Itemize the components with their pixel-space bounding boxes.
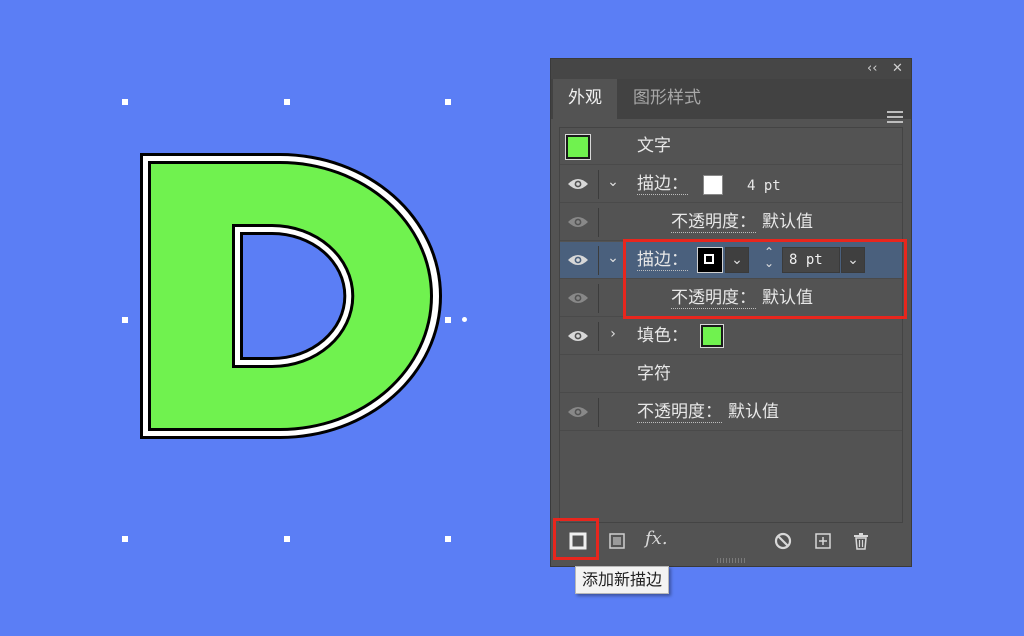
selection-center-point — [462, 317, 467, 322]
opacity-label-link[interactable]: 不透明度： — [637, 402, 722, 423]
fill-row[interactable]: › 填色： — [560, 318, 902, 355]
visibility-eye-icon[interactable] — [567, 405, 589, 419]
chevron-right-icon[interactable]: › — [606, 326, 620, 342]
stroke-row-1[interactable]: ⌄ 描边： 4 pt — [560, 166, 902, 203]
collapse-panel-button[interactable]: ‹‹ — [867, 61, 877, 77]
duplicate-item-icon[interactable] — [813, 531, 833, 551]
visibility-eye-icon[interactable] — [567, 329, 589, 343]
fx-icon[interactable]: fx. — [645, 528, 675, 549]
characters-row[interactable]: 字符 — [560, 356, 902, 393]
selection-handle-br[interactable] — [445, 536, 451, 542]
object-type-label: 文字 — [637, 136, 671, 156]
stroke-color-swatch-white[interactable] — [703, 175, 723, 195]
visibility-eye-icon[interactable] — [567, 253, 589, 267]
visibility-eye-icon[interactable] — [567, 215, 589, 229]
visibility-eye-icon[interactable] — [567, 291, 589, 305]
opacity-value: 默认值 — [762, 212, 813, 232]
tab-graphic-styles[interactable]: 图形样式 — [617, 79, 717, 119]
type-thumbnail — [566, 135, 590, 159]
panel-titlebar[interactable]: ‹‹ ✕ — [551, 59, 911, 80]
fill-label: 填色： — [637, 326, 688, 346]
chevron-down-icon[interactable]: ⌄ — [606, 174, 620, 190]
add-stroke-highlight-frame — [553, 518, 599, 560]
appearance-list: 文字 ⌄ 描边： 4 pt 不透明度： 默认值 ⌄ 描边： ⌄ ⌃⌄ 8 pt — [559, 127, 903, 523]
panel-resize-grip[interactable] — [717, 558, 747, 563]
visibility-eye-icon[interactable] — [567, 177, 589, 191]
characters-label: 字符 — [637, 364, 671, 384]
selection-handle-tc[interactable] — [284, 99, 290, 105]
stroke-highlight-frame — [623, 239, 907, 319]
stroke-weight-value: 4 pt — [747, 178, 781, 194]
clear-appearance-icon[interactable] — [773, 531, 793, 551]
opacity-value: 默认值 — [728, 402, 779, 422]
add-new-fill-icon[interactable] — [607, 531, 627, 551]
tooltip-add-new-stroke: 添加新描边 — [575, 566, 670, 594]
appearance-header-row[interactable]: 文字 — [560, 128, 902, 165]
opacity-row[interactable]: 不透明度： 默认值 — [560, 394, 902, 431]
opacity-label-link[interactable]: 不透明度： — [671, 212, 756, 233]
delete-trash-icon[interactable] — [851, 531, 871, 551]
fill-color-swatch[interactable] — [701, 325, 723, 347]
appearance-panel: ‹‹ ✕ 外观 图形样式 文字 ⌄ 描边： 4 pt 不透明度： 默认值 ⌄ 描… — [550, 58, 912, 567]
close-panel-button[interactable]: ✕ — [892, 61, 903, 77]
letter-d-artwork[interactable] — [140, 153, 442, 439]
chevron-down-icon[interactable]: ⌄ — [606, 250, 620, 266]
tab-appearance[interactable]: 外观 — [553, 79, 617, 119]
panel-tabs: 外观 图形样式 — [551, 79, 911, 123]
selection-handle-bl[interactable] — [122, 536, 128, 542]
panel-menu-icon[interactable] — [887, 111, 903, 123]
stroke1-opacity-row[interactable]: 不透明度： 默认值 — [560, 204, 902, 241]
selection-handle-bc[interactable] — [284, 536, 290, 542]
selection-handle-ml[interactable] — [122, 317, 128, 323]
selection-handle-tl[interactable] — [122, 99, 128, 105]
selection-handle-mr[interactable] — [445, 317, 451, 323]
stroke-label-link[interactable]: 描边： — [637, 174, 688, 195]
selection-handle-tr[interactable] — [445, 99, 451, 105]
panel-bottom-toolbar: fx. — [551, 525, 911, 555]
